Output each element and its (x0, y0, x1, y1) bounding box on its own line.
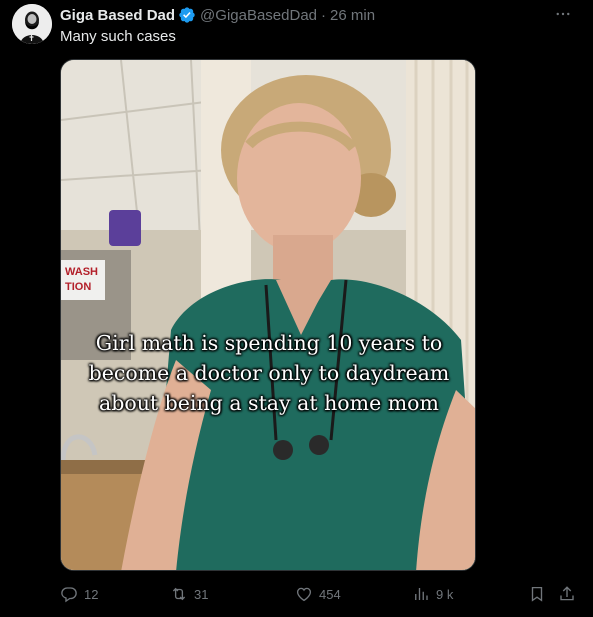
retweet-icon (172, 587, 186, 601)
display-name[interactable]: Giga Based Dad (60, 7, 175, 24)
action-bar: 12 31 454 9 k (60, 583, 582, 605)
timestamp[interactable]: 26 min (330, 7, 375, 24)
share-icon (560, 586, 574, 601)
verified-badge-icon (178, 6, 196, 24)
avatar[interactable] (12, 4, 52, 44)
sign-text-1: WASH (65, 266, 98, 278)
separator-dot: · (321, 6, 327, 24)
bookmark-button[interactable] (528, 583, 546, 605)
views-count: 9 k (436, 586, 454, 602)
caption-line: become a doctor only to daydream (88, 361, 450, 385)
caption-line: Girl math is spending 10 years to (95, 331, 443, 355)
views-button[interactable]: 9 k (412, 583, 453, 605)
tweet-header: Giga Based Dad @GigaBasedDad · 26 min (60, 6, 375, 24)
reply-count: 12 (84, 586, 99, 602)
avatar-image (12, 4, 52, 44)
reply-button[interactable]: 12 (60, 583, 98, 605)
bookmark-icon (531, 586, 543, 602)
handle[interactable]: @GigaBasedDad (200, 7, 317, 24)
caption-line: about being a stay at home mom (99, 391, 439, 415)
like-icon (296, 587, 312, 602)
media-caption: Girl math is spending 10 years to become… (61, 328, 475, 418)
media-image: WASH TION (61, 60, 475, 570)
like-button[interactable]: 454 (295, 583, 341, 605)
like-count: 454 (319, 586, 341, 602)
sign-text-2: TION (65, 281, 91, 293)
reply-icon (61, 587, 77, 603)
share-button[interactable] (558, 583, 576, 605)
retweet-count: 31 (194, 586, 209, 602)
more-icon[interactable] (551, 4, 575, 24)
tweet-media[interactable]: WASH TION Girl math is spending 10 years… (60, 59, 476, 571)
tweet-text: Many such cases (60, 28, 176, 45)
retweet-button[interactable]: 31 (170, 583, 208, 605)
tweet: Giga Based Dad @GigaBasedDad · 26 min Ma… (0, 0, 593, 617)
views-icon (415, 588, 428, 600)
